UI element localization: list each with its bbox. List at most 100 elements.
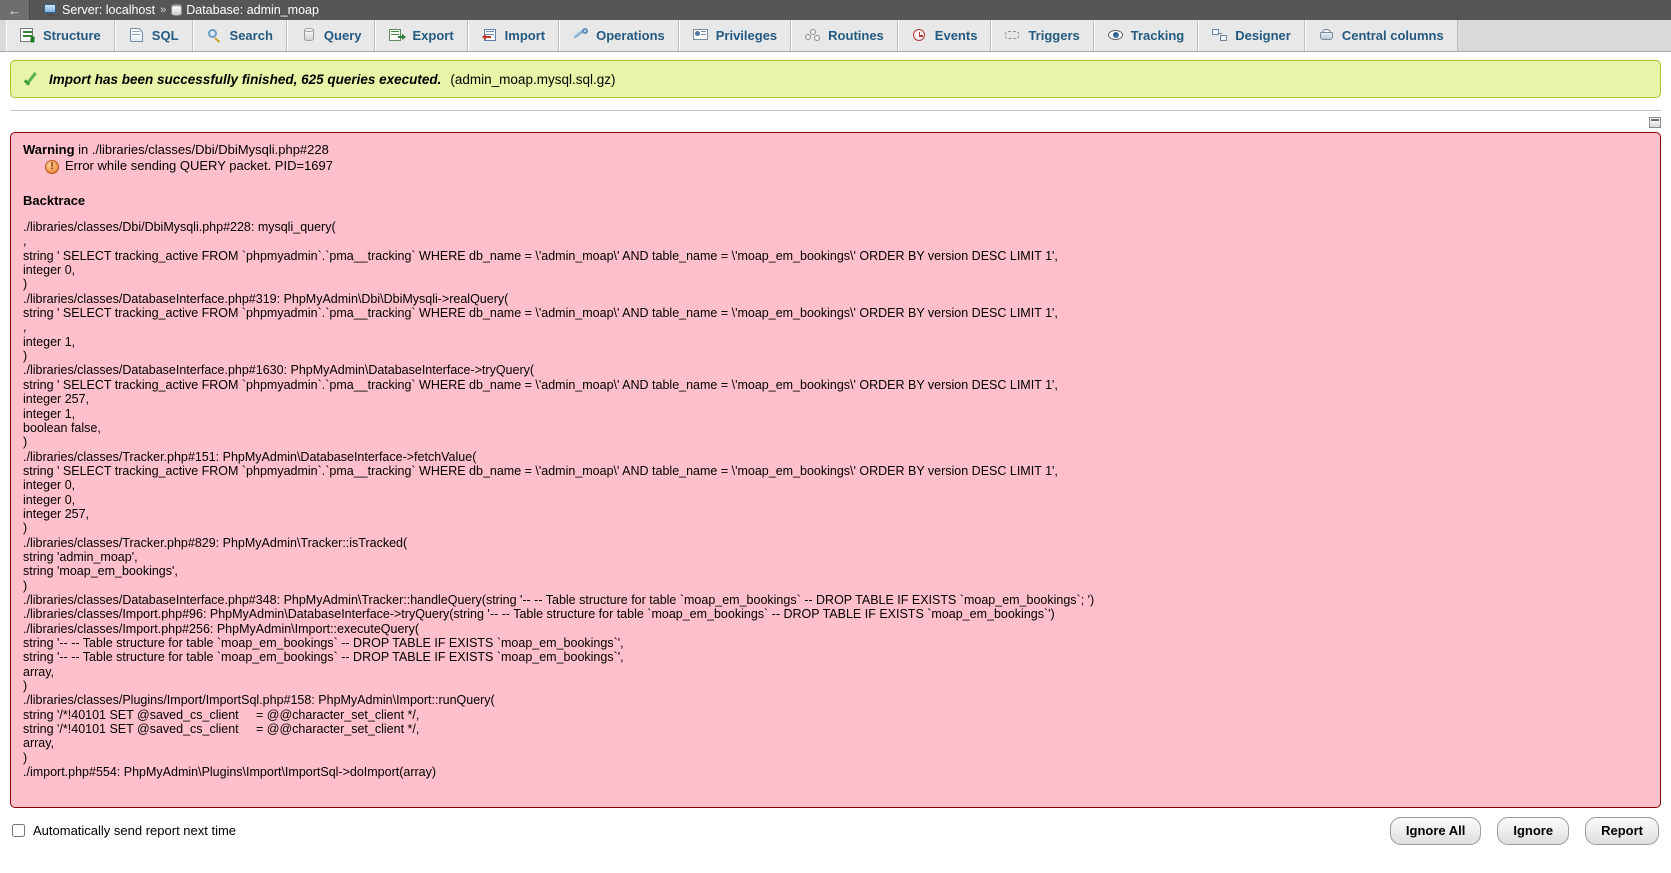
tab-privileges-label: Privileges [715, 28, 778, 43]
search-icon [207, 28, 223, 43]
breadcrumb-database[interactable]: Database: admin_moap [171, 3, 319, 17]
backtrace-line: string ' SELECT tracking_active FROM `ph… [23, 377, 1058, 392]
breadcrumb: ← Server: localhost » Database: admin_mo… [0, 0, 1671, 20]
import-success-notice: Import has been successfully finished, 6… [10, 60, 1661, 98]
report-button[interactable]: Report [1585, 816, 1659, 845]
import-success-message: Import has been successfully finished, 6… [49, 71, 442, 87]
main-tab-bar: Structure SQL Search Query Export Import… [0, 20, 1671, 52]
backtrace-line: string ' SELECT tracking_active FROM `ph… [23, 463, 1058, 478]
backtrace-line: integer 0, [23, 492, 76, 507]
backtrace-line: ./libraries/classes/Tracker.php#829: Php… [23, 535, 408, 550]
backtrace-line: ./libraries/classes/DatabaseInterface.ph… [23, 291, 509, 306]
tab-structure[interactable]: Structure [6, 20, 115, 51]
import-icon [481, 28, 498, 43]
backtrace-line: string 'moap_em_bookings', [23, 564, 178, 579]
backtrace-line: string '-- -- Table structure for table … [23, 636, 624, 650]
query-icon [301, 28, 317, 43]
clock-icon [912, 28, 928, 43]
backtrace-line: ./libraries/classes/DatabaseInterface.ph… [23, 363, 535, 378]
breadcrumb-server-label: Server: localhost [62, 3, 156, 17]
tab-export[interactable]: Export [375, 20, 468, 51]
tab-search-label: Search [229, 28, 273, 43]
tab-privileges[interactable]: Privileges [678, 20, 792, 51]
section-divider [10, 110, 1661, 132]
backtrace-line: string 'admin_moap', [23, 549, 138, 564]
ignore-button[interactable]: Ignore [1497, 816, 1570, 845]
auto-report-option[interactable]: Automatically send report next time [12, 823, 236, 838]
tab-tracking-label: Tracking [1130, 28, 1185, 43]
auto-report-checkbox[interactable] [12, 824, 25, 837]
tab-structure-label: Structure [43, 28, 101, 43]
structure-icon [20, 28, 36, 43]
tab-triggers-label: Triggers [1028, 28, 1080, 43]
basket-icon [1319, 28, 1335, 43]
tab-sql-label: SQL [151, 28, 179, 43]
backtrace-line: ./libraries/classes/Import.php#256: PhpM… [23, 621, 420, 636]
backtrace-line: integer 257, [23, 506, 90, 521]
import-success-filename: (admin_moap.mysql.sql.gz) [450, 71, 616, 87]
backtrace-line: integer 0, [23, 478, 76, 493]
footer-button-group: Ignore All Ignore Report [1389, 816, 1659, 845]
backtrace-line: ) [23, 521, 28, 536]
backtrace-heading: Backtrace [23, 192, 86, 208]
tab-events[interactable]: Events [897, 20, 992, 51]
backtrace-line: ./libraries/classes/Plugins/Import/Impor… [23, 693, 495, 708]
backtrace-line: integer 257, [23, 392, 90, 407]
tab-query-label: Query [323, 28, 362, 43]
breadcrumb-server[interactable]: Server: localhost [30, 3, 155, 17]
wrench-icon [573, 28, 589, 43]
backtrace-line: integer 1, [23, 406, 76, 421]
check-icon [24, 72, 40, 86]
sql-icon [129, 28, 145, 43]
backtrace-line: ) [23, 435, 28, 450]
tab-search[interactable]: Search [192, 20, 287, 51]
tab-tracking[interactable]: Tracking [1093, 20, 1199, 51]
backtrace-line: , [23, 320, 27, 335]
tab-routines-label: Routines [828, 28, 884, 43]
backtrace-line: ) [23, 349, 28, 364]
gears-icon [805, 28, 821, 43]
breadcrumb-database-label: Database: admin_moap [186, 3, 319, 17]
designer-icon [1212, 28, 1228, 43]
divider-line [10, 110, 1661, 111]
backtrace-line: array, [23, 736, 55, 751]
backtrace-line: ) [23, 578, 28, 593]
tab-routines[interactable]: Routines [791, 20, 898, 51]
warning-location: in ./libraries/classes/Dbi/DbiMysqli.php… [74, 142, 329, 157]
tab-events-label: Events [934, 28, 978, 43]
tab-central-columns[interactable]: Central columns [1304, 20, 1458, 51]
backtrace-line: ./libraries/classes/DatabaseInterface.ph… [23, 592, 1095, 607]
backtrace-line: integer 0, [23, 263, 76, 278]
back-button[interactable]: ← [0, 0, 30, 20]
exclamation-icon [45, 159, 59, 174]
backtrace-line: boolean false, [23, 420, 101, 435]
ignore-all-button[interactable]: Ignore All [1389, 816, 1482, 845]
tab-operations-label: Operations [596, 28, 665, 43]
tab-triggers[interactable]: Triggers [991, 20, 1094, 51]
backtrace-line: ./libraries/classes/Import.php#96: PhpMy… [23, 607, 1055, 622]
backtrace-line: string '/*!40101 SET @saved_cs_client = … [23, 722, 420, 737]
backtrace-line: string '-- -- Table structure for table … [23, 650, 624, 665]
window-restore-icon[interactable] [1649, 117, 1661, 128]
tab-import-label: Import [504, 28, 546, 43]
backtrace-line: string ' SELECT tracking_active FROM `ph… [23, 248, 1058, 263]
backtrace-line: ./import.php#554: PhpMyAdmin\Plugins\Imp… [23, 765, 437, 780]
export-icon [389, 28, 407, 43]
tab-query[interactable]: Query [286, 20, 376, 51]
server-icon [44, 4, 58, 16]
tab-designer-label: Designer [1235, 28, 1291, 43]
warning-label: Warning [23, 142, 75, 157]
error-actions-footer: Automatically send report next time Igno… [0, 808, 1671, 853]
tab-designer[interactable]: Designer [1198, 20, 1305, 51]
backtrace-line: integer 1, [23, 334, 76, 349]
backtrace-body: ./libraries/classes/Dbi/DbiMysqli.php#22… [23, 220, 1648, 779]
tab-sql[interactable]: SQL [114, 20, 193, 51]
tab-import[interactable]: Import [467, 20, 560, 51]
error-message-row: Error while sending QUERY packet. PID=16… [45, 158, 1648, 174]
warning-heading: Warning in ./libraries/classes/Dbi/DbiMy… [23, 142, 1648, 157]
backtrace-line: ./libraries/classes/Tracker.php#151: Php… [23, 449, 477, 464]
error-report-panel: Warning in ./libraries/classes/Dbi/DbiMy… [10, 132, 1661, 808]
breadcrumb-separator: » [160, 4, 167, 16]
triggers-icon [1005, 28, 1021, 43]
tab-operations[interactable]: Operations [559, 20, 679, 51]
